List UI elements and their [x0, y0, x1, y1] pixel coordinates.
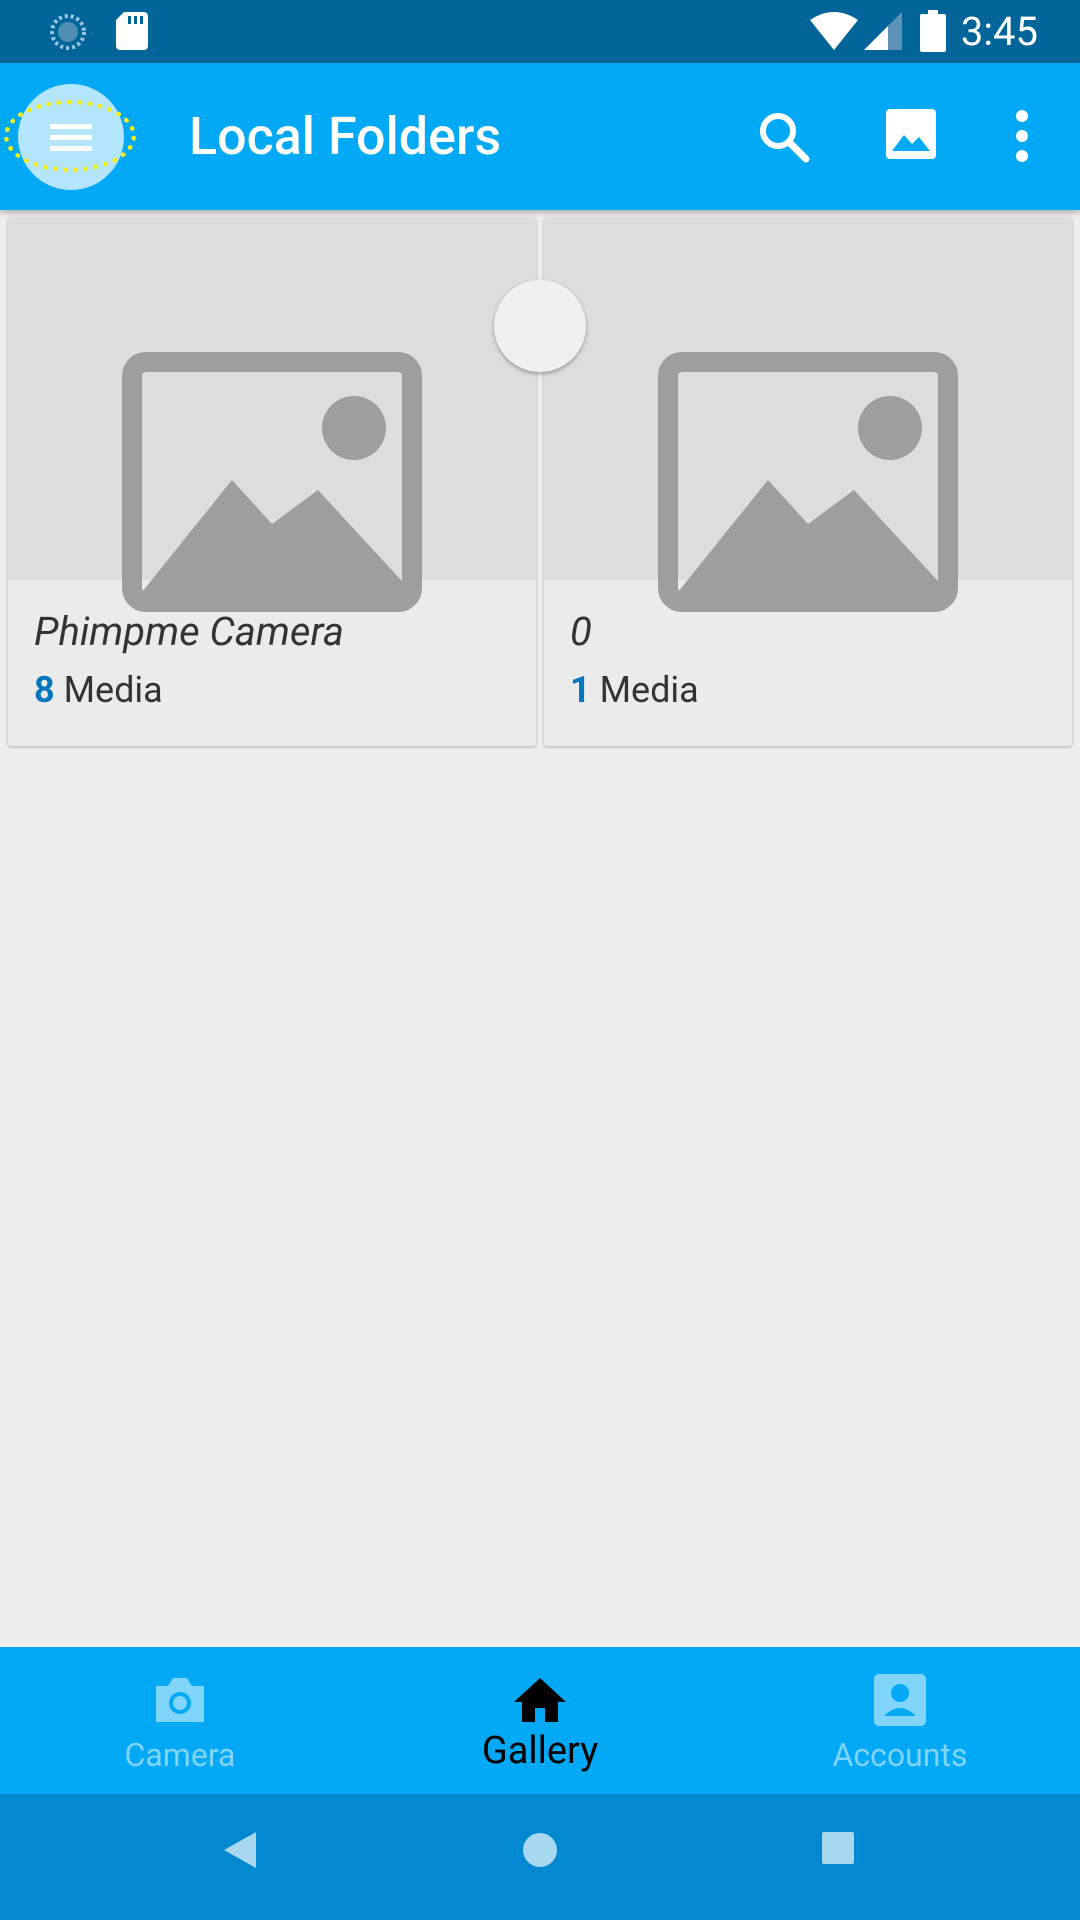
nav-accounts-label: Accounts [832, 1736, 968, 1774]
cell-signal-icon [864, 12, 902, 50]
more-vert-icon[interactable] [1010, 109, 1034, 163]
image-placeholder-icon [658, 352, 958, 612]
status-bar: 3:45 [0, 0, 1080, 63]
wifi-icon [810, 12, 858, 50]
account-box-icon [874, 1674, 926, 1726]
refresh-indicator [494, 280, 586, 372]
home-button-icon[interactable] [520, 1830, 560, 1870]
camera-icon [156, 1678, 204, 1722]
image-placeholder-icon [122, 352, 422, 612]
folder-name: Phimpme Camera [34, 608, 344, 655]
navigation-menu-button[interactable] [4, 84, 136, 190]
battery-icon [920, 10, 946, 52]
menu-icon-bar [50, 146, 92, 151]
recents-icon[interactable] [820, 1830, 856, 1866]
media-count-label: Media [599, 669, 699, 711]
bottom-navigation: Camera Gallery Accounts [0, 1647, 1080, 1794]
nav-accounts[interactable]: Accounts [720, 1647, 1080, 1794]
media-count-number: 8 [34, 669, 55, 711]
page-title: Local Folders [189, 106, 502, 167]
folder-card[interactable]: Phimpme Camera 8 Media [8, 218, 536, 746]
sd-card-icon [116, 12, 148, 50]
search-icon[interactable] [756, 109, 812, 165]
image-icon[interactable] [886, 109, 936, 159]
home-icon [514, 1678, 566, 1722]
back-icon[interactable] [222, 1830, 258, 1870]
nav-camera[interactable]: Camera [0, 1647, 360, 1794]
system-navigation-bar [0, 1794, 1080, 1920]
menu-icon [50, 124, 92, 129]
folder-card[interactable]: 0 1 Media [544, 218, 1072, 746]
folder-media-count: 1 Media [570, 668, 699, 712]
app-bar: Local Folders [0, 63, 1080, 210]
menu-icon-bar [50, 135, 92, 140]
nav-gallery-label: Gallery [481, 1729, 599, 1773]
folder-media-count: 8 Media [34, 668, 163, 712]
nav-camera-label: Camera [124, 1736, 236, 1774]
folder-name: 0 [570, 608, 592, 655]
media-count-number: 1 [570, 669, 591, 711]
status-time: 3:45 [960, 8, 1038, 55]
media-count-label: Media [63, 669, 163, 711]
sync-icon [50, 14, 86, 50]
nav-gallery[interactable]: Gallery [360, 1647, 720, 1794]
